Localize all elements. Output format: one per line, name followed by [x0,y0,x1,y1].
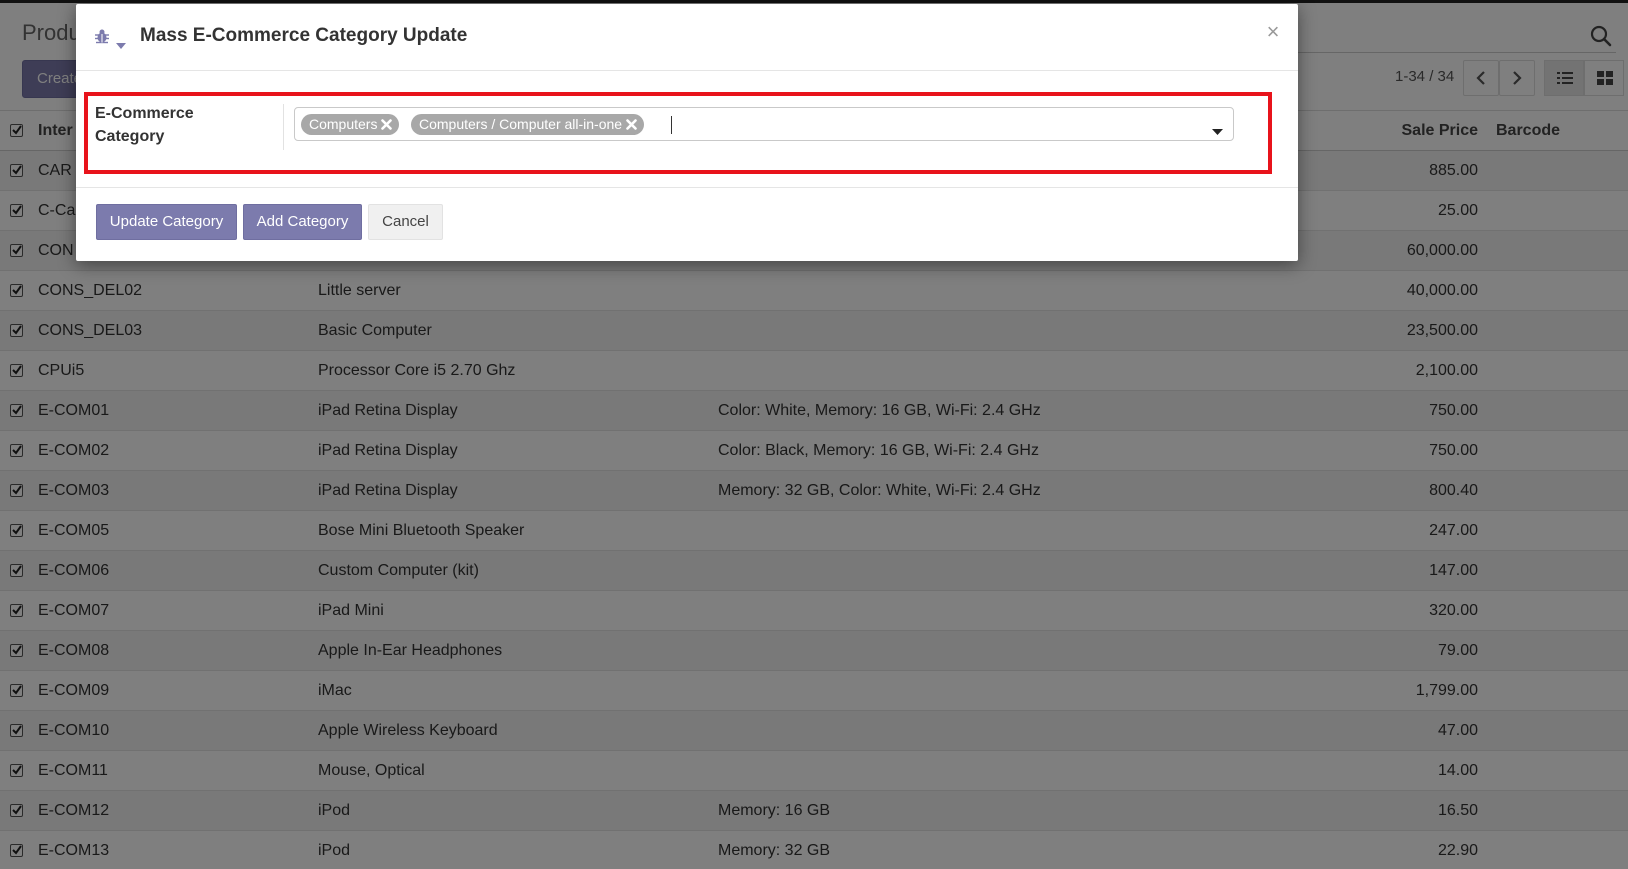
dialog-header: Mass E-Commerce Category Update × [76,4,1298,71]
category-tag[interactable]: Computers [301,114,400,135]
dialog-footer: Update Category Add Category Cancel [76,189,1298,261]
ecommerce-category-label: E-Commerce Category [95,105,194,145]
tag-label: Computers / Computer all-in-one [419,116,623,132]
text-cursor [671,116,672,134]
remove-tag-icon[interactable] [381,119,393,130]
tag-label: Computers [309,116,378,132]
category-tag[interactable]: Computers / Computer all-in-one [411,114,645,135]
close-icon[interactable]: × [1262,20,1284,44]
bug-icon[interactable] [94,28,110,49]
ecommerce-category-input[interactable]: Computers Computers / Computer all-in-on… [294,107,1234,141]
add-category-button[interactable]: Add Category [243,204,362,240]
update-category-button[interactable]: Update Category [96,204,237,240]
caret-down-icon[interactable] [116,36,126,54]
field-separator [283,104,284,150]
cancel-button[interactable]: Cancel [368,204,443,240]
dialog-title: Mass E-Commerce Category Update [140,25,468,46]
remove-tag-icon[interactable] [626,119,637,130]
caret-down-icon[interactable] [1212,122,1223,140]
